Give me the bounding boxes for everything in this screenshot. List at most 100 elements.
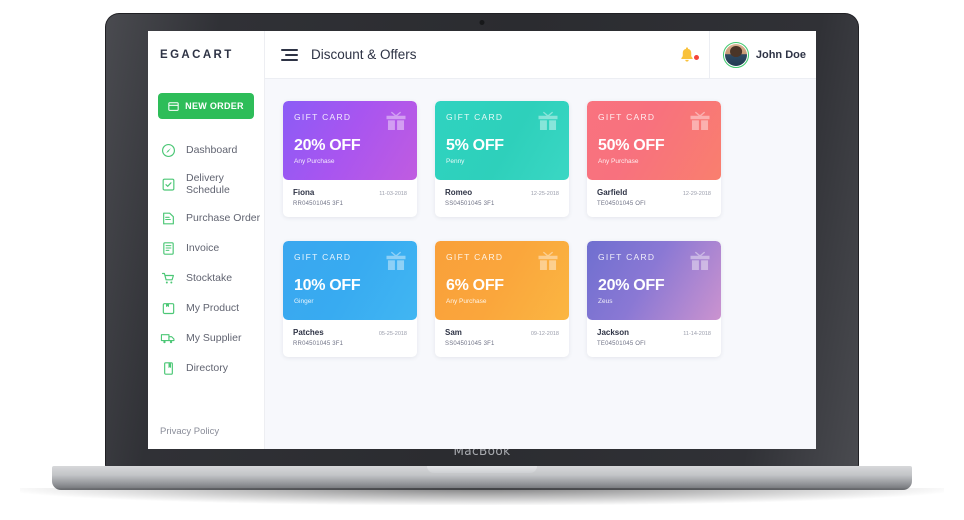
gift-card-discount: 20% OFF [294,137,361,154]
webcam-icon [479,20,485,25]
sidebar-item-purchase-order[interactable]: Purchase Order [148,203,264,233]
gift-card[interactable]: GIFT CARD 5% OFF Penny Romeo 12-25-2018 SS045… [435,101,569,217]
sidebar-item-label: Delivery Schedule [186,172,230,196]
new-order-label: NEW ORDER [185,101,244,111]
gift-card-person: Sam [445,328,462,337]
main-content: GIFT CARD 20% OFF Any Purchase Fiona 11-03-2… [265,79,816,449]
dashboard-icon [160,142,176,158]
sidebar-item-label: Invoice [186,242,220,254]
gift-card-subtitle: Any Purchase [446,298,487,305]
sidebar-item-label: Stocktake [186,272,233,284]
gift-card-banner: GIFT CARD 20% OFF Zeus [587,241,721,320]
gift-card-date: 12-29-2018 [682,191,711,197]
gift-card-code: RR04501045 3F1 [293,201,344,207]
gift-card-footer: Sam 09-12-2018 SS04501045 3F1 [435,320,569,357]
new-order-button[interactable]: NEW ORDER [158,93,254,119]
gift-card-date: 11-03-2018 [379,191,407,197]
gift-card-discount: 10% OFF [294,277,361,294]
gift-card-subtitle: Any Purchase [294,158,335,165]
sidebar-item-label: Dashboard [186,144,238,156]
bell-icon [681,47,693,62]
app-screen: EGACART Discount & Offers John Doe NEW O… [148,31,816,449]
gift-card-subtitle: Penny [446,158,465,165]
gift-card-code: SS04501045 3F1 [445,201,495,207]
box-icon [160,300,176,316]
gift-card-banner: GIFT CARD 50% OFF Any Purchase [587,101,721,180]
gift-card-code: TE04501045 OFI [597,341,646,347]
sidebar-item-my-supplier[interactable]: My Supplier [148,323,264,353]
gift-card[interactable]: GIFT CARD 20% OFF Zeus Jackson 11-14-2018 TE0… [587,241,721,357]
new-order-icon [168,101,179,111]
user-name: John Doe [755,48,806,61]
gift-card-subtitle: Ginger [294,298,314,305]
gift-card-subtitle: Zeus [598,298,613,305]
avatar [722,41,749,68]
sidebar-nav: Dashboard Delivery Schedule Purchase Ord… [148,135,264,383]
macbook-mockup: MacBook EGACART Discount & Offers John D… [0,0,964,520]
gift-card-code: TE04501045 OFI [597,201,646,207]
app-body: NEW ORDER Dashboard Delivery Schedule Pu… [148,79,816,449]
gift-card-code: SS04501045 3F1 [445,341,495,347]
page-title: Discount & Offers [311,47,417,62]
gift-card-footer: Fiona 11-03-2018 RR04501045 3F1 [283,180,417,217]
sidebar-item-label: My Supplier [186,332,242,344]
gift-card-person: Fiona [293,188,315,197]
sidebar-item-label: Purchase Order [186,212,261,224]
sidebar-item-label: Directory [186,362,229,374]
sidebar-item-delivery-schedule[interactable]: Delivery Schedule [148,165,264,203]
gift-card[interactable]: GIFT CARD 20% OFF Any Purchase Fiona 11-03-2… [283,101,417,217]
gift-card-discount: 20% OFF [598,277,665,294]
brand-name: EGACART [160,49,234,61]
gift-card-discount: 5% OFF [446,137,504,154]
gift-card-date: 05-25-2018 [378,331,407,337]
gift-box-icon [385,111,407,137]
gift-card[interactable]: GIFT CARD 10% OFF Ginger Patches 05-25-2018 R… [283,241,417,357]
gift-card-footer: Patches 05-25-2018 RR04501045 3F1 [283,320,417,357]
gift-card[interactable]: GIFT CARD 6% OFF Any Purchase Sam 09-12-2018… [435,241,569,357]
brand-logo[interactable]: EGACART [148,31,265,79]
gift-card-banner: GIFT CARD 6% OFF Any Purchase [435,241,569,320]
sidebar-item-dashboard[interactable]: Dashboard [148,135,264,165]
gift-card-person: Patches [293,328,324,337]
privacy-policy-link[interactable]: Privacy Policy [148,426,264,449]
gift-card-banner: GIFT CARD 5% OFF Penny [435,101,569,180]
gift-card-date: 11-14-2018 [683,331,711,337]
gift-card-person: Romeo [445,188,473,197]
gift-card-footer: Garfield 12-29-2018 TE04501045 OFI [587,180,721,217]
invoice-icon [160,240,176,256]
laptop-base [52,466,912,490]
gift-card-subtitle: Any Purchase [598,158,639,165]
top-bar-left: Discount & Offers [281,47,417,62]
sidebar-item-my-product[interactable]: My Product [148,293,264,323]
cart-icon [160,270,176,286]
gift-card-code: RR04501045 3F1 [293,341,344,347]
gift-card-footer: Romeo 12-25-2018 SS04501045 3F1 [435,180,569,217]
notification-badge-dot [692,54,700,61]
gift-card[interactable]: GIFT CARD 50% OFF Any Purchase Garfield 12-2… [587,101,721,217]
gift-card-date: 12-25-2018 [530,191,559,197]
gift-box-icon [689,251,711,277]
user-menu[interactable]: John Doe [708,31,806,78]
gift-card-person: Jackson [597,328,630,337]
top-bar-main: Discount & Offers John Doe [265,31,816,79]
gift-card-banner: GIFT CARD 10% OFF Ginger [283,241,417,320]
gift-card-person: Garfield [597,188,628,197]
hamburger-icon[interactable] [281,48,298,61]
gift-card-discount: 6% OFF [446,277,504,294]
gift-card-footer: Jackson 11-14-2018 TE04501045 OFI [587,320,721,357]
laptop-shadow [20,488,944,505]
sidebar-item-invoice[interactable]: Invoice [148,233,264,263]
sidebar-item-directory[interactable]: Directory [148,353,264,383]
gift-box-icon [385,251,407,277]
gift-box-icon [689,111,711,137]
gift-card-date: 09-12-2018 [530,331,559,337]
top-bar: EGACART Discount & Offers John Doe [148,31,816,79]
book-icon [160,360,176,376]
sidebar: NEW ORDER Dashboard Delivery Schedule Pu… [148,79,265,449]
top-bar-right: John Doe [665,31,806,78]
notifications-button[interactable] [665,46,709,63]
laptop-base-notch [427,466,537,473]
gift-card-grid: GIFT CARD 20% OFF Any Purchase Fiona 11-03-2… [283,101,816,357]
sidebar-item-stocktake[interactable]: Stocktake [148,263,264,293]
